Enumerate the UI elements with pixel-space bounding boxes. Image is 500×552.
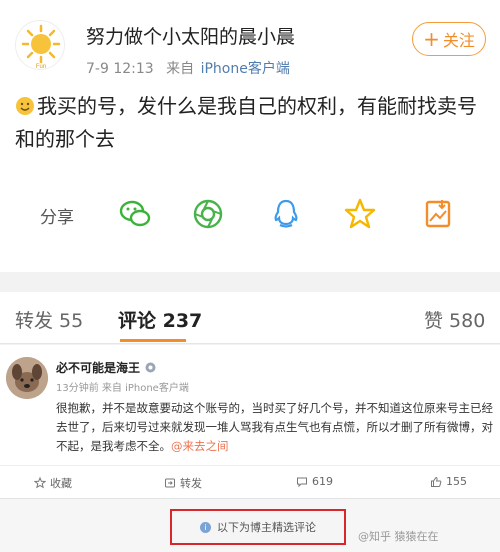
follow-label: 关注	[442, 31, 475, 50]
thumbs-up-icon	[431, 476, 442, 487]
comment-item: 必不可能是海王 13分钟前 来自 iPhone客户端 很抱歉，并不是故意要动这个…	[0, 345, 500, 515]
active-tab-indicator	[120, 339, 186, 342]
favorite-button[interactable]: 收藏	[34, 475, 72, 491]
repost-button[interactable]: 转发	[164, 475, 202, 491]
notice-highlight-box: i 以下为博主精选评论	[170, 509, 346, 545]
share-bar: 分享	[0, 190, 500, 238]
post-content: 我买的号，发什么是我自己的权利，有能耐找卖号和的那个去	[15, 90, 485, 156]
share-label: 分享	[40, 208, 74, 228]
like-button[interactable]: 155	[430, 475, 467, 488]
source-prefix: 来自	[166, 61, 195, 77]
comment-text: 很抱歉，并不是故意要动这个账号的，当时买了好几个号，并不知道这位原来号主已经去世…	[56, 399, 496, 456]
dog-avatar-icon	[6, 357, 48, 399]
post-meta: 7-9 12:13 来自 iPhone客户端	[86, 58, 290, 78]
notice-text: 以下为博主精选评论	[217, 521, 316, 534]
repost-icon	[165, 478, 175, 488]
wechat-icon[interactable]	[117, 196, 153, 232]
author-name[interactable]: 努力做个小太阳的晨小晨	[86, 22, 295, 49]
follow-button[interactable]: + 关注	[412, 22, 486, 56]
sun-icon: Fun	[21, 24, 61, 70]
source-device[interactable]: iPhone客户端	[201, 61, 290, 77]
qq-icon[interactable]	[268, 196, 304, 232]
plus-icon: +	[423, 27, 440, 51]
favorite-label: 收藏	[50, 477, 72, 490]
moments-icon[interactable]	[190, 196, 226, 232]
weibo-post: Fun 努力做个小太阳的晨小晨 7-9 12:13 来自 iPhone客户端 +…	[0, 0, 500, 272]
save-image-icon[interactable]	[420, 196, 456, 232]
tab-comment[interactable]: 评论 237	[118, 306, 202, 333]
section-gap	[0, 272, 500, 292]
commenter-name[interactable]: 必不可能是海王	[56, 359, 157, 376]
commenter-name-text: 必不可能是海王	[56, 361, 141, 375]
repost-label: 转发	[180, 477, 202, 490]
interaction-tabs: 转发 55 评论 237 赞 580	[0, 292, 500, 344]
smile-emoji-icon	[16, 97, 34, 115]
info-icon: i	[200, 521, 211, 533]
post-text: 我买的号，发什么是我自己的权利，有能耐找卖号和的那个去	[15, 94, 477, 151]
tab-like[interactable]: 赞 580	[424, 306, 485, 333]
avatar-caption: Fun	[36, 64, 46, 70]
comment-actions: 收藏 转发 619 155	[0, 465, 500, 497]
comment-button[interactable]: 619	[296, 475, 333, 488]
comment-count: 619	[312, 475, 333, 488]
commenter-avatar[interactable]	[6, 357, 48, 399]
comment-body: 很抱歉，并不是故意要动这个账号的，当时买了好几个号，并不知道这位原来号主已经去世…	[56, 401, 493, 453]
comment-meta: 13分钟前 来自 iPhone客户端	[56, 383, 189, 394]
qzone-star-icon[interactable]	[342, 196, 378, 232]
watermark: @知乎 猿猿在在	[358, 530, 439, 543]
author-avatar[interactable]: Fun	[15, 20, 65, 70]
comment-icon	[297, 477, 307, 487]
post-date: 7-9 12:13	[86, 61, 154, 77]
tab-repost[interactable]: 转发 55	[15, 306, 83, 333]
star-icon	[34, 477, 46, 489]
comment-mention[interactable]: @来去之间	[171, 439, 229, 453]
like-count: 155	[446, 475, 467, 488]
vip-badge-icon	[145, 362, 156, 373]
